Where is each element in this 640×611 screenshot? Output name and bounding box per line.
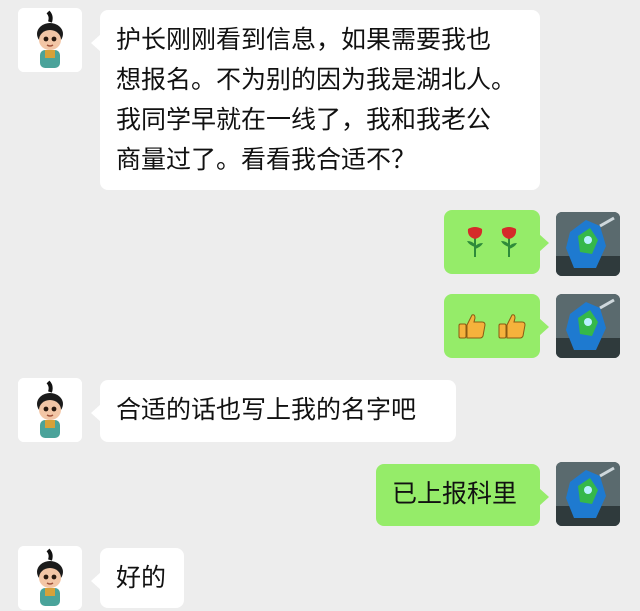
- incoming-message-bubble[interactable]: 合适的话也写上我的名字吧: [91, 380, 456, 442]
- message-line: 好的: [116, 563, 167, 592]
- rose-icon: [501, 227, 517, 257]
- thumbs-up-icon: [498, 314, 526, 339]
- girl-avatar-icon: [18, 378, 82, 442]
- contact-avatar[interactable]: [18, 546, 82, 610]
- contact-avatar[interactable]: [18, 8, 82, 72]
- outgoing-message-bubble[interactable]: [444, 210, 549, 274]
- incoming-message-bubble[interactable]: 护长刚刚看到信息，如果需要我也 想报名。不为别的因为我是湖北人。 我同学早就在一…: [91, 10, 540, 190]
- girl-avatar-icon: [18, 546, 82, 610]
- contact-avatar[interactable]: [18, 378, 82, 442]
- girl-avatar-icon: [18, 8, 82, 72]
- message-line: 已上报科里: [392, 479, 518, 508]
- robot-avatar-icon: [556, 294, 620, 358]
- rose-icon: [467, 227, 483, 257]
- outgoing-message-bubble[interactable]: [444, 294, 549, 358]
- message-line: 合适的话也写上我的名字吧: [116, 395, 417, 424]
- incoming-message-bubble[interactable]: 好的: [91, 548, 184, 608]
- thumbs-up-icon: [458, 314, 486, 339]
- outgoing-message-bubble[interactable]: 已上报科里: [376, 464, 549, 526]
- self-avatar[interactable]: [556, 294, 620, 358]
- self-avatar[interactable]: [556, 212, 620, 276]
- message-line: 护长刚刚看到信息，如果需要我也: [116, 25, 492, 54]
- self-avatar[interactable]: [556, 462, 620, 526]
- robot-avatar-icon: [556, 462, 620, 526]
- message-line: 想报名。不为别的因为我是湖北人。: [116, 65, 517, 94]
- robot-avatar-icon: [556, 212, 620, 276]
- message-line: 商量过了。看看我合适不？: [116, 145, 417, 174]
- message-line: 我同学早就在一线了，我和我老公: [116, 105, 492, 134]
